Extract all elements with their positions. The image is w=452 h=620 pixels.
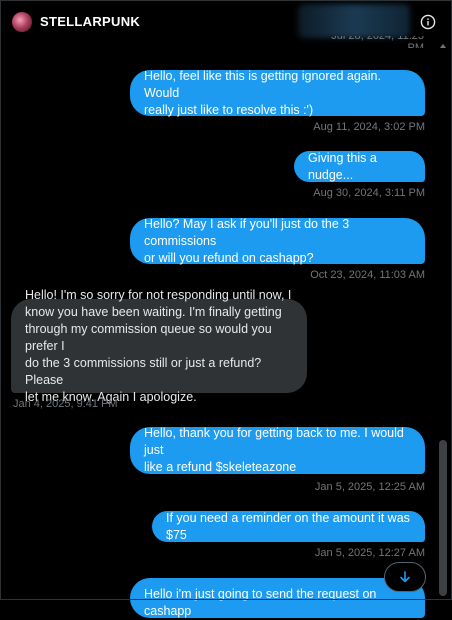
avatar[interactable] bbox=[12, 12, 32, 32]
message-text: Hello, thank you for getting back to me.… bbox=[144, 426, 404, 474]
message-timestamp: Aug 30, 2024, 3:11 PM bbox=[313, 187, 425, 199]
message-text: If you need a reminder on the amount it … bbox=[166, 510, 410, 542]
conversation-title[interactable]: STELLARPUNK bbox=[40, 14, 140, 29]
incoming-message[interactable]: Hello! I'm so sorry for not responding u… bbox=[11, 288, 307, 404]
info-icon[interactable] bbox=[420, 14, 436, 30]
message-text: Hello, feel like this is getting ignored… bbox=[144, 68, 381, 117]
message-timestamp: Jan 4, 2025, 9:41 PM bbox=[13, 398, 118, 410]
message-text: Hello! I'm so sorry for not responding u… bbox=[25, 287, 292, 404]
outgoing-message[interactable]: Hello i'm just going to send the request… bbox=[130, 578, 425, 618]
outgoing-message[interactable]: Hello? May I ask if you'll just do the 3… bbox=[130, 216, 425, 265]
outgoing-message[interactable]: Giving this a nudge... bbox=[294, 151, 425, 182]
message-timestamp: Aug 11, 2024, 3:02 PM bbox=[313, 121, 425, 133]
jump-to-latest-button[interactable] bbox=[384, 562, 426, 592]
redacted-area bbox=[298, 4, 410, 38]
outgoing-message[interactable]: Hello, thank you for getting back to me.… bbox=[130, 426, 425, 474]
scrollbar-thumb[interactable] bbox=[439, 440, 447, 596]
message-text: Hello i'm just going to send the request… bbox=[144, 587, 377, 618]
message-timestamp: Jan 5, 2025, 12:25 AM bbox=[314, 481, 425, 493]
scroll-up-arrow-icon[interactable] bbox=[440, 44, 446, 48]
message-text: Giving this a nudge... bbox=[308, 150, 377, 182]
message-timestamp: Jan 5, 2025, 12:27 AM bbox=[314, 547, 425, 559]
message-timestamp: Jul 28, 2024, 11:23 PM bbox=[331, 36, 424, 48]
message-text: Hello? May I ask if you'll just do the 3… bbox=[144, 216, 350, 265]
outgoing-message[interactable]: Hello, feel like this is getting ignored… bbox=[130, 68, 425, 117]
outgoing-message[interactable]: If you need a reminder on the amount it … bbox=[152, 511, 425, 542]
message-timestamp: Oct 23, 2024, 11:03 AM bbox=[310, 269, 425, 281]
arrow-down-icon bbox=[400, 571, 410, 583]
